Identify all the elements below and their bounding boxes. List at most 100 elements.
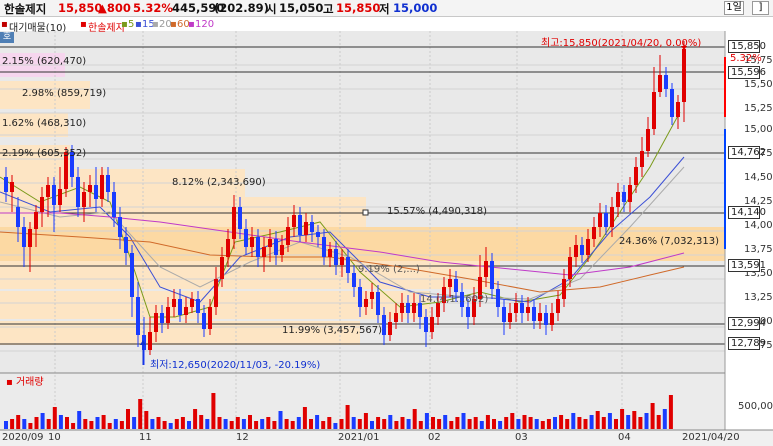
legend-ma5-dot: ▪	[121, 19, 128, 30]
candle-body	[94, 185, 98, 199]
profile-label: 24.36% (7,032,313)	[619, 236, 720, 247]
candle-body	[328, 249, 332, 257]
candle-body	[208, 307, 212, 329]
profile-bar	[0, 261, 500, 289]
candle-body	[34, 212, 38, 229]
candle-body	[286, 227, 290, 245]
profile-bar	[0, 227, 725, 261]
volume-bar	[107, 423, 112, 429]
volume-bar	[119, 421, 124, 429]
volume-bar	[540, 421, 545, 429]
volume-panel-title: ▪ 거래량	[6, 377, 44, 388]
legend-stock[interactable]: 한솔제지	[88, 19, 125, 34]
candle-body	[82, 192, 86, 207]
volume-bar	[113, 419, 118, 429]
candle-body	[574, 245, 578, 257]
volume-bar	[461, 413, 466, 429]
legend-volume-profile[interactable]: 대기매물(10)	[9, 19, 66, 34]
volume-bar	[443, 415, 448, 429]
volume-bar	[467, 419, 472, 429]
candle-body	[154, 313, 158, 332]
candle-body	[670, 89, 674, 117]
candle-body	[316, 232, 320, 237]
price-level-tag: 15,850	[728, 40, 766, 53]
candle-body	[436, 303, 440, 317]
candle-body	[334, 249, 338, 265]
candle-body	[310, 222, 314, 232]
candle-body	[10, 182, 14, 192]
volume-bar	[174, 419, 179, 429]
candle-body	[580, 245, 584, 255]
volume-bar	[193, 409, 198, 429]
candle-body	[4, 177, 8, 192]
legend-bullet-red2: ▪	[80, 19, 87, 30]
volume-bar	[437, 419, 442, 429]
volume-bar	[241, 419, 246, 429]
volume-bar	[150, 419, 155, 429]
volume-bar	[58, 415, 63, 429]
volume-bar	[534, 419, 539, 429]
volume-bar	[187, 421, 191, 429]
candle-body	[28, 229, 32, 247]
candle-body	[562, 279, 566, 299]
price-level-tag: 12,994	[728, 317, 766, 330]
profile-label: 8.12% (2,343,690)	[172, 177, 266, 188]
candle-body	[364, 299, 368, 307]
volume-bar	[296, 417, 301, 429]
legend-ma120[interactable]: 120	[195, 19, 214, 30]
panel-toggle-button[interactable]: ]	[752, 1, 769, 15]
volume-bar	[235, 417, 240, 429]
volume-bar	[528, 417, 533, 429]
volume-bar	[168, 423, 173, 429]
volume-bar	[626, 415, 631, 429]
candle-body	[640, 151, 644, 167]
volume-bar	[479, 421, 484, 429]
candle-body	[586, 239, 590, 255]
volume-bar	[516, 419, 521, 429]
volume-bar	[40, 413, 45, 429]
candle-body	[370, 292, 374, 299]
candle-body	[106, 175, 110, 192]
volume-bar	[138, 399, 143, 429]
legend-bullet-red: ▪	[1, 19, 8, 30]
candle-body	[616, 192, 620, 207]
volume-bar	[327, 417, 332, 429]
profile-label: 15.57% (4,490,318)	[387, 206, 488, 217]
volume-bar	[559, 415, 564, 429]
price-tick: 15,500	[744, 79, 773, 90]
volume-bar	[309, 419, 313, 429]
price-level-tag: 12,789	[728, 337, 766, 350]
profile-label: 11.99% (3,457,567)	[282, 325, 383, 336]
high-annotation: 최고:15,850(2021/04/20, 0.00%)	[541, 38, 702, 49]
volume-bar	[83, 419, 88, 429]
legend-ma5[interactable]: 5	[128, 19, 134, 30]
candle-body	[292, 215, 296, 227]
current-price: 15,850	[58, 1, 103, 15]
date-tick: 2021/04/20	[682, 432, 740, 443]
stock-name[interactable]: 한솔제지	[4, 1, 46, 17]
volume-bar	[492, 419, 496, 429]
ho-button[interactable]: 호	[0, 32, 14, 43]
price-tick: 13,250	[744, 292, 773, 303]
price-tick: 14,000	[744, 220, 773, 231]
volume-bar	[455, 417, 460, 429]
candle-body	[592, 227, 596, 239]
volume-bar	[10, 419, 15, 429]
price-tick: 15,000	[744, 124, 773, 135]
volume-bar	[662, 409, 667, 429]
price-chart[interactable]	[0, 17, 773, 446]
candle-body	[448, 279, 452, 287]
candle-body	[118, 217, 122, 237]
date-tick: 03	[515, 432, 528, 443]
candle-body	[184, 307, 188, 315]
period-button[interactable]: 1일	[724, 1, 744, 15]
candle-body	[148, 332, 152, 350]
candle-body	[466, 307, 470, 317]
date-axis-bg	[0, 430, 773, 446]
candle-body	[652, 92, 656, 129]
price-tick: 14,500	[744, 172, 773, 183]
volume-bar	[607, 413, 612, 429]
volume-bar	[229, 421, 234, 429]
price-level-tag: 14,140	[728, 206, 766, 219]
volume-bar	[577, 417, 582, 429]
